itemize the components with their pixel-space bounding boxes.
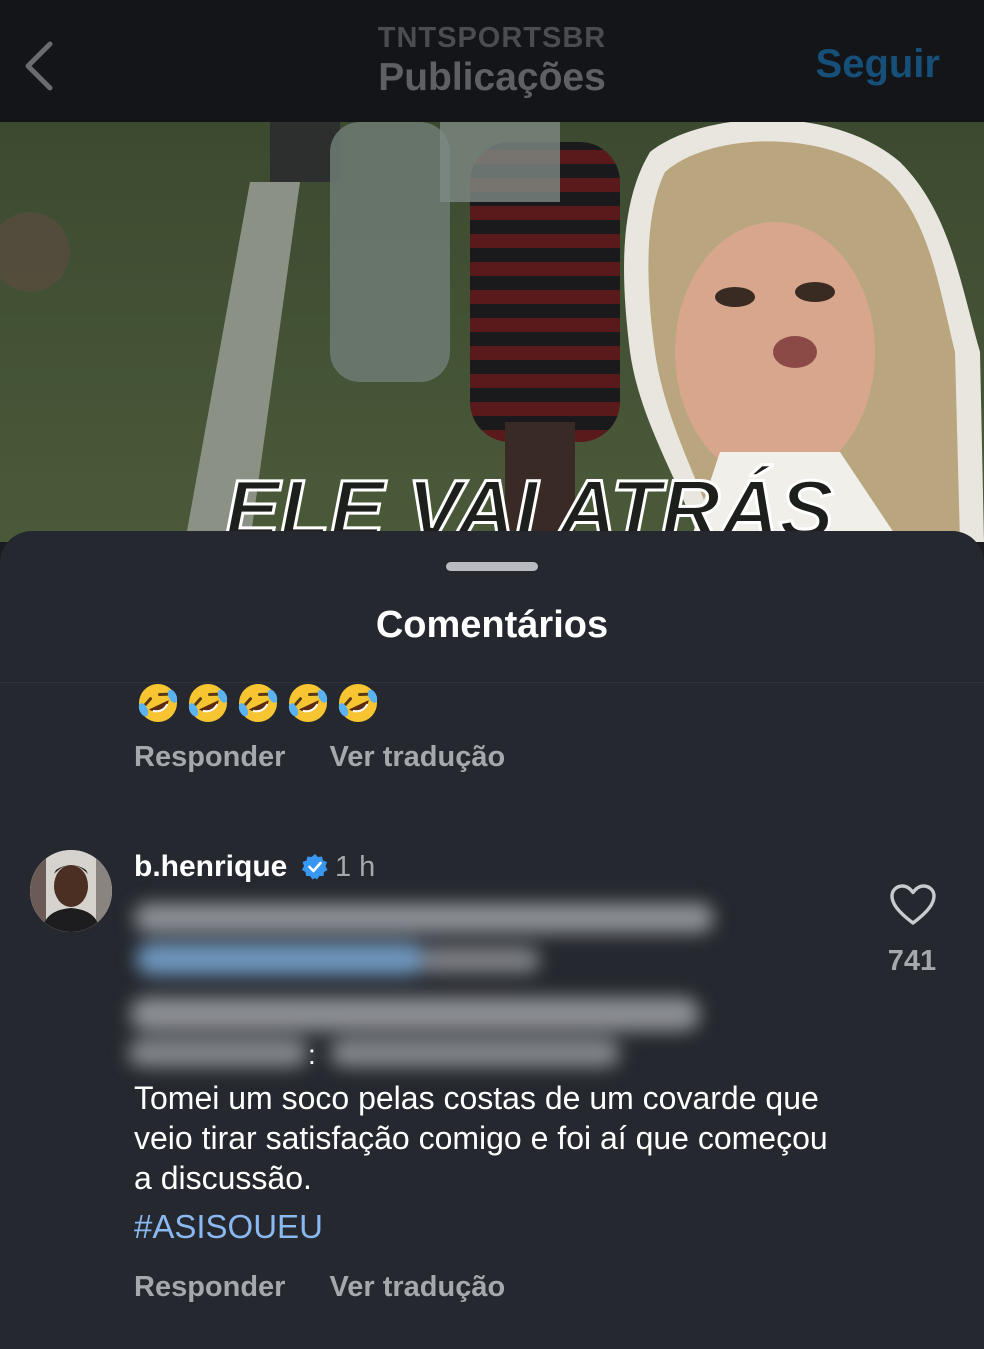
comment-emojis	[136, 681, 380, 725]
sheet-grabber[interactable]	[446, 562, 538, 571]
avatar[interactable]	[30, 850, 112, 932]
rolling-on-floor-laughing-icon	[188, 684, 228, 722]
reply-button[interactable]: Responder	[134, 741, 285, 774]
comment-hashtag[interactable]: #ASISOUEU	[134, 1208, 323, 1246]
rolling-on-floor-laughing-icon	[338, 684, 378, 722]
comment-actions: Responder Ver tradução	[134, 1271, 505, 1304]
verified-badge-icon	[302, 854, 328, 880]
reply-button[interactable]: Responder	[134, 1271, 285, 1304]
comment-time: 1 h	[335, 851, 376, 883]
post-video[interactable]: ELE VAI ATRÁS	[0, 122, 984, 542]
comments-sheet: Comentários Responder Ver tradução b.hen…	[0, 531, 984, 1349]
comment-actions: Responder Ver tradução	[134, 741, 505, 774]
like-count: 741	[887, 945, 937, 977]
heart-icon[interactable]	[889, 883, 937, 927]
comment-username[interactable]: b.henrique	[134, 850, 287, 884]
blurred-text	[120, 891, 740, 1071]
follow-button[interactable]: Seguir	[816, 42, 940, 87]
comment-text: Tomei um soco pelas costas de um covarde…	[134, 1080, 828, 1196]
rolling-on-floor-laughing-icon	[288, 684, 328, 722]
avatar-image	[30, 850, 112, 932]
rolling-on-floor-laughing-icon	[238, 684, 278, 722]
comment-colon: :	[308, 1039, 316, 1070]
rolling-on-floor-laughing-icon	[138, 684, 178, 722]
see-translation-button[interactable]: Ver tradução	[329, 1271, 505, 1304]
see-translation-button[interactable]: Ver tradução	[329, 741, 505, 774]
sheet-title: Comentários	[375, 604, 609, 646]
video-frame: ELE VAI ATRÁS	[0, 122, 984, 542]
top-bar: TNTSPORTSBR Publicações Seguir	[0, 0, 984, 122]
